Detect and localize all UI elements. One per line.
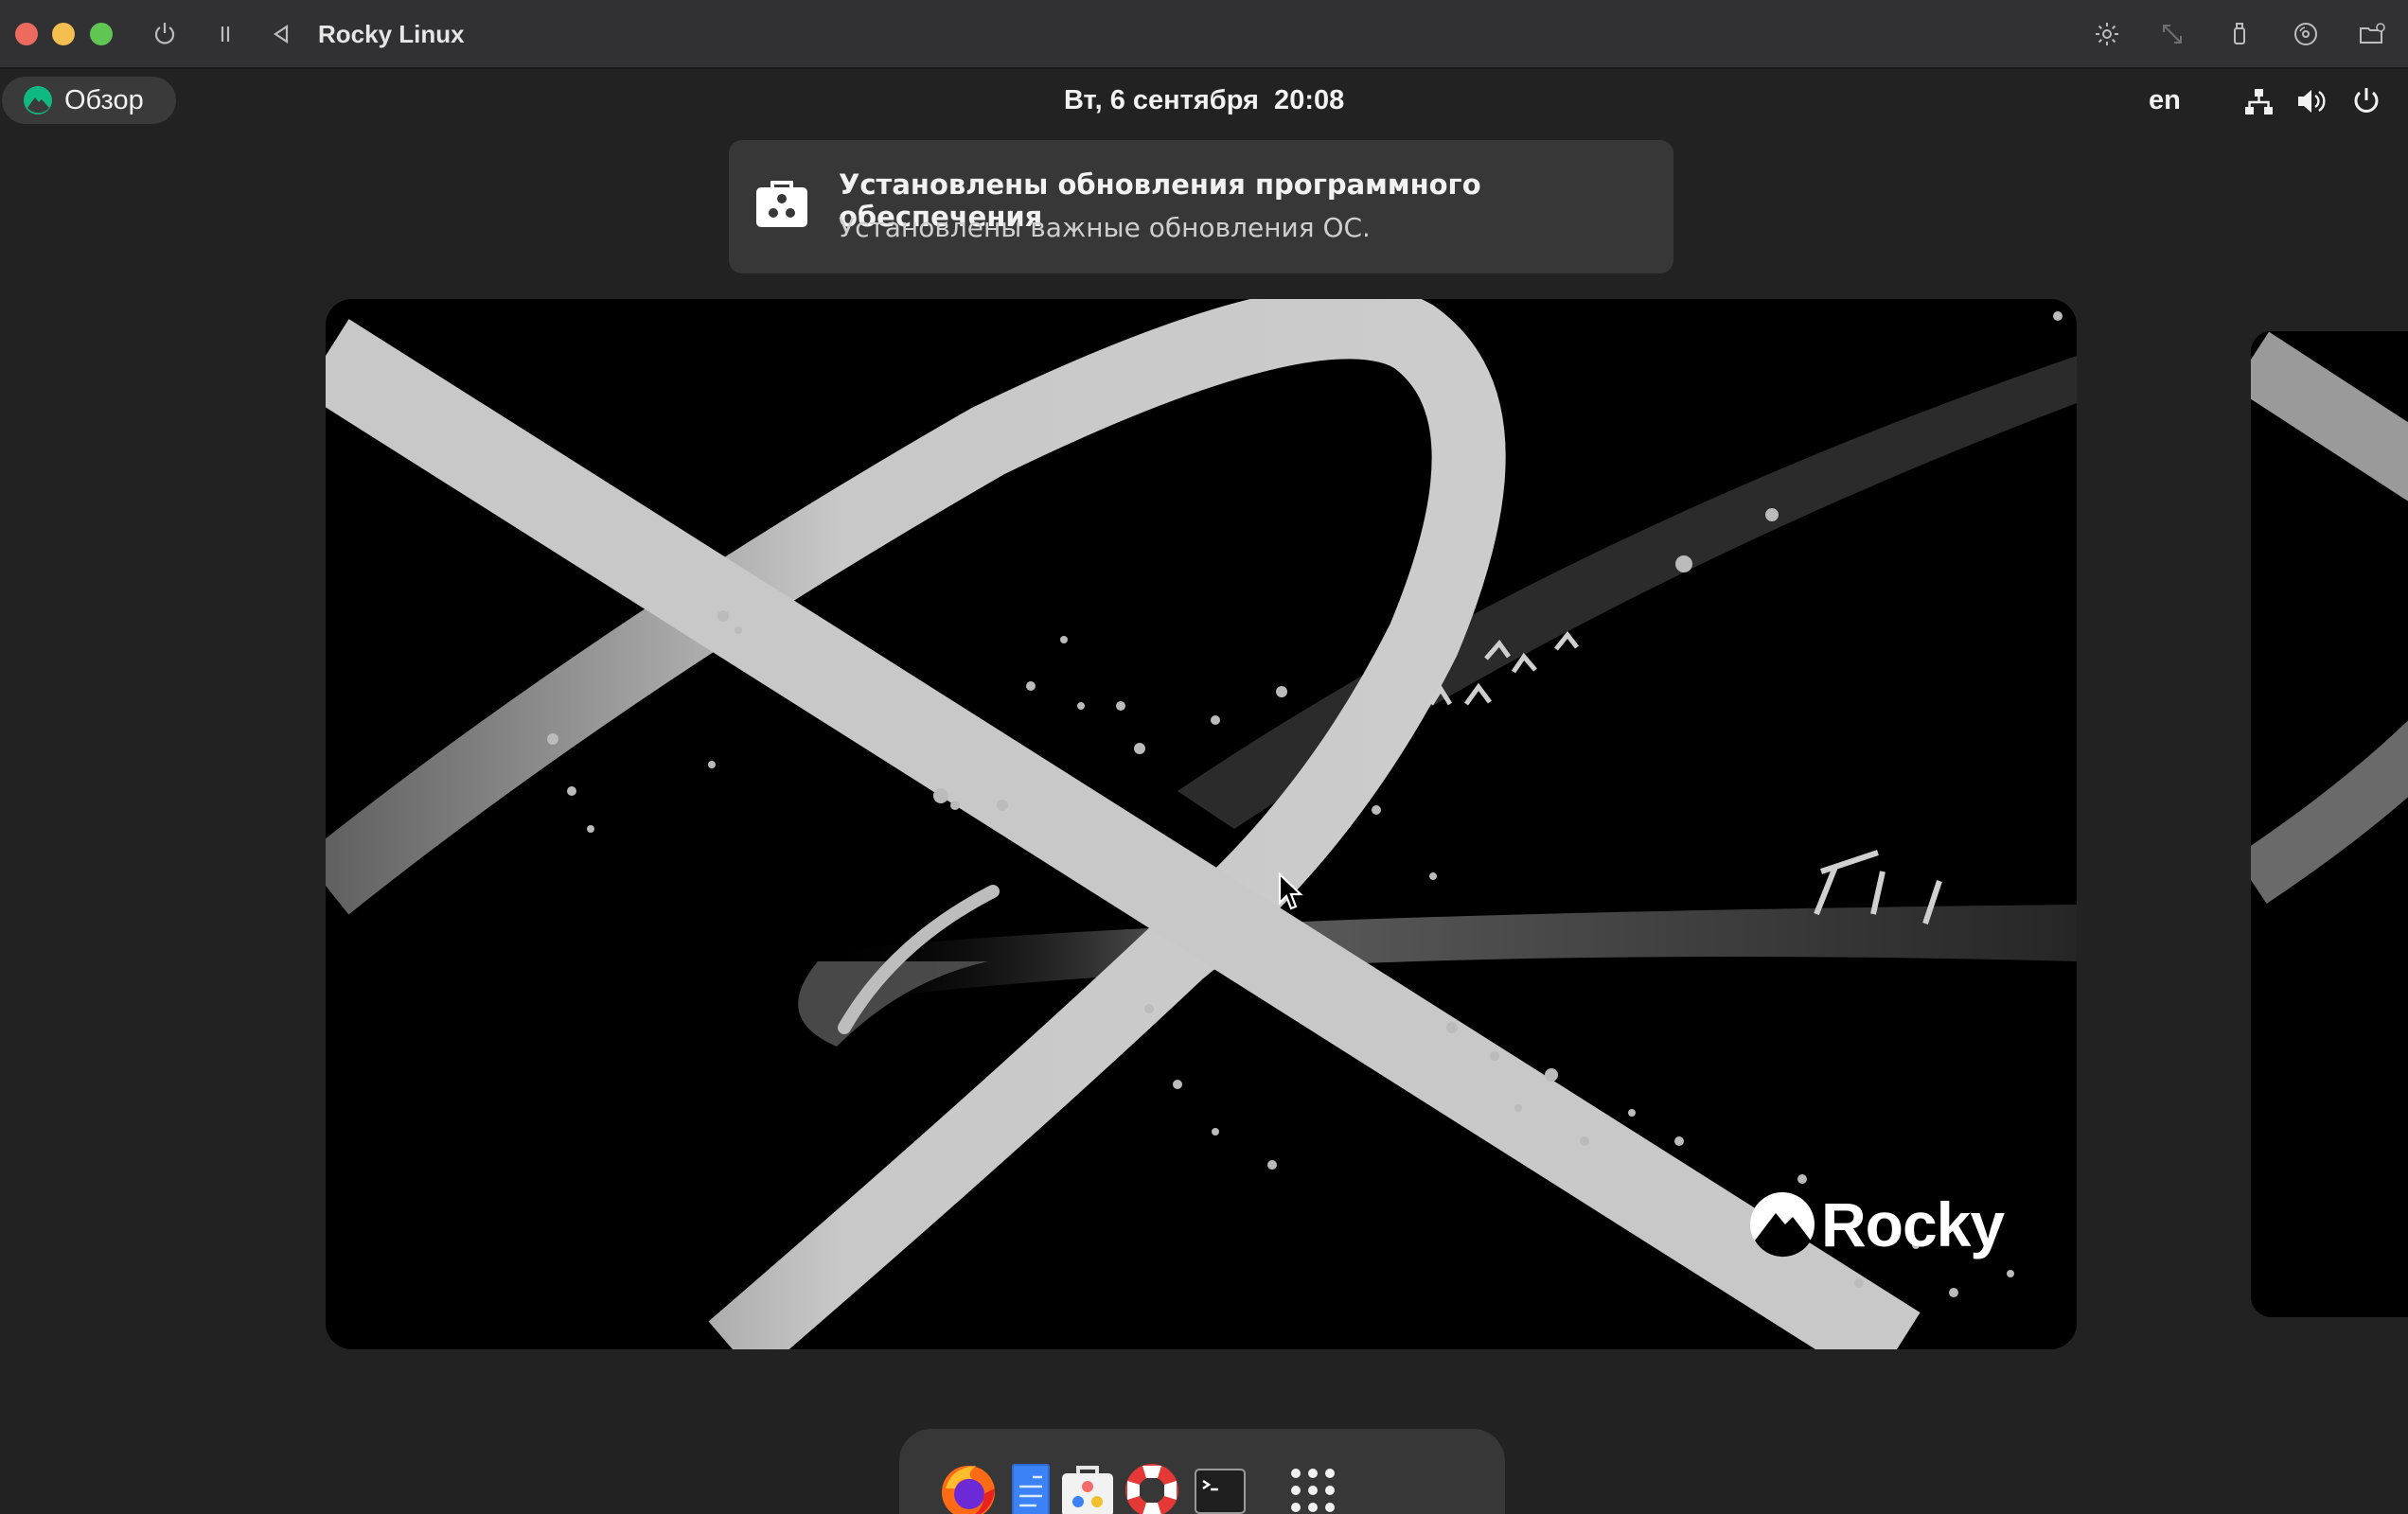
- usb-icon: [2234, 23, 2245, 44]
- software-icon: [1062, 1466, 1113, 1514]
- window-minimize-button[interactable]: [52, 23, 75, 45]
- show-apps-button[interactable]: [1282, 1459, 1344, 1514]
- shared-folder-icon: [2360, 23, 2385, 44]
- app-grid-icon: [1291, 1469, 1335, 1512]
- rocky-wordmark: Rocky: [1821, 1189, 2005, 1259]
- window-maximize-button[interactable]: [90, 23, 113, 45]
- volume-icon: [2298, 90, 2326, 113]
- software-bag-icon: [756, 181, 807, 227]
- power-icon: [2354, 88, 2379, 113]
- vm-titlebar: Rocky Linux: [0, 0, 2408, 69]
- back-icon: [274, 24, 289, 44]
- workspace-thumbnail-next[interactable]: [2251, 331, 2408, 1317]
- help-lifebuoy-icon: [1125, 1464, 1178, 1514]
- rocky-logo-icon: [24, 86, 52, 114]
- network-icon: [2245, 89, 2273, 114]
- system-power-indicator[interactable]: [2349, 84, 2383, 118]
- clock[interactable]: Вт, 6 сентября 20:08: [1064, 80, 1344, 120]
- vm-power-button[interactable]: [148, 17, 182, 51]
- vm-resize-button[interactable]: [2155, 17, 2189, 51]
- text-editor-icon: [1012, 1464, 1050, 1514]
- terminal-icon: [1195, 1469, 1246, 1514]
- dash-item-firefox[interactable]: [937, 1459, 1000, 1514]
- disc-icon: [2294, 23, 2317, 45]
- keyboard-layout-indicator[interactable]: en: [2149, 80, 2181, 120]
- gnome-top-bar: Обзор Вт, 6 сентября 20:08 en: [0, 71, 2408, 130]
- notification-body: Установлены важные обновления ОС.: [839, 212, 1371, 243]
- dash-item-software[interactable]: [1056, 1459, 1119, 1514]
- pause-icon: [221, 26, 230, 42]
- workspace-thumbnail-current[interactable]: Rocky: [326, 299, 2077, 1349]
- wallpaper-art: [2251, 331, 2408, 1317]
- dash-item-text-editor[interactable]: [1000, 1459, 1062, 1514]
- rocky-brand-watermark: Rocky: [1747, 1187, 2005, 1262]
- dash-item-terminal[interactable]: [1189, 1459, 1251, 1514]
- vm-back-button[interactable]: [264, 17, 298, 51]
- dash-item-help[interactable]: [1121, 1459, 1183, 1514]
- activities-button[interactable]: Обзор: [2, 77, 176, 124]
- vm-disc-button[interactable]: [2289, 17, 2323, 51]
- firefox-icon: [942, 1466, 995, 1514]
- mouse-cursor-icon: [1278, 872, 1303, 910]
- power-icon: [154, 23, 175, 44]
- vm-pause-button[interactable]: [208, 17, 242, 51]
- vm-shared-folder-button[interactable]: [2355, 17, 2389, 51]
- rocky-logo-icon: [1750, 1192, 1815, 1258]
- volume-indicator[interactable]: [2294, 84, 2328, 118]
- window-close-button[interactable]: [15, 23, 38, 45]
- resize-icon: [2163, 25, 2182, 44]
- activities-label: Обзор: [64, 84, 144, 115]
- vm-brightness-button[interactable]: [2090, 17, 2124, 51]
- dash: [899, 1429, 1505, 1514]
- notification-banner[interactable]: Установлены обновления программного обес…: [729, 140, 1673, 273]
- network-indicator[interactable]: [2241, 84, 2275, 118]
- brightness-icon: [2096, 23, 2118, 45]
- vm-usb-button[interactable]: [2222, 17, 2257, 51]
- vm-window-title: Rocky Linux: [318, 20, 465, 48]
